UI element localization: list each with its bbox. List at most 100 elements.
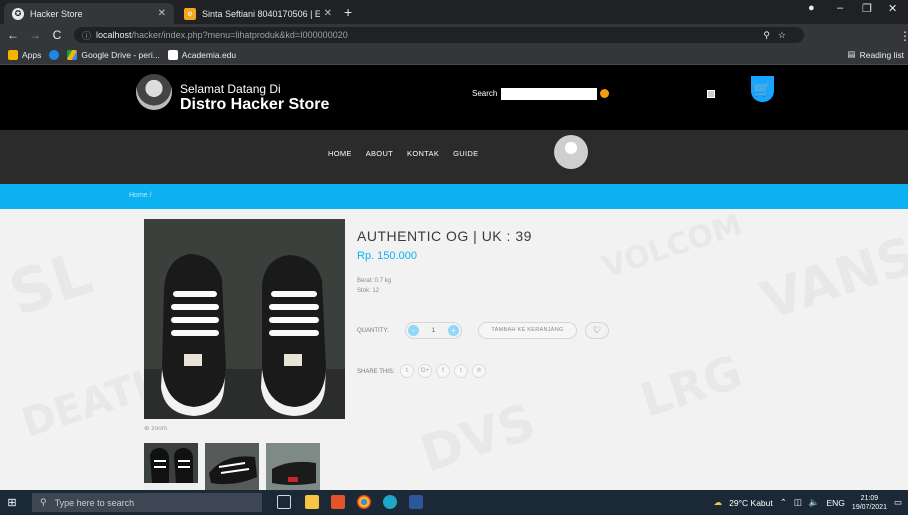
web-page: Selamat Datang Di Distro Hacker Store Se… <box>0 65 908 490</box>
google-drive-icon <box>67 50 78 60</box>
quantity-label: QUANTITY: <box>357 328 389 334</box>
zoom-label: zoom <box>151 425 168 432</box>
apps-grid-icon <box>8 50 18 60</box>
background-graffiti: VOLCOM <box>598 209 747 286</box>
back-icon[interactable]: ← <box>4 28 22 42</box>
system-tray: ☁ 29°C Kabut ⌃ ◫ 🔈 ENG 21:09 19/07/2021 … <box>714 490 908 515</box>
brand-title[interactable]: Distro Hacker Store <box>180 96 329 114</box>
task-view-icon[interactable] <box>277 495 291 509</box>
nav-home[interactable]: HOME <box>328 149 352 158</box>
tab-edmodo[interactable]: e Sinta Seftiani 8040170506 | Edm... ✕ <box>176 3 340 24</box>
clock-date: 19/07/2021 <box>851 503 887 511</box>
tab-hacker-store[interactable]: ✪ Hacker Store ✕ <box>4 3 174 24</box>
nav-kontak[interactable]: KONTAK <box>407 149 439 158</box>
nav-about[interactable]: ABOUT <box>366 149 393 158</box>
search-input[interactable] <box>501 88 597 100</box>
restore-icon[interactable]: ❐ <box>862 2 872 15</box>
anonymous-logo-icon[interactable] <box>136 74 172 110</box>
reading-list-button[interactable]: ▤ Reading list <box>848 49 904 60</box>
profile-icon[interactable]: ● <box>808 2 815 14</box>
reading-list-icon: ▤ <box>847 49 856 59</box>
search-button-icon[interactable] <box>600 89 609 98</box>
taskbar-clock[interactable]: 21:09 19/07/2021 <box>852 494 887 512</box>
zoom-search-icon[interactable]: ⚲ <box>763 30 770 41</box>
bookmark-apps[interactable]: Apps <box>8 50 41 60</box>
quantity-value[interactable]: 1 <box>432 328 435 334</box>
browser-tab-strip: ✪ Hacker Store ✕ e Sinta Seftiani 804017… <box>0 0 908 24</box>
close-tab-icon[interactable]: ✕ <box>158 8 166 19</box>
taskbar-search-placeholder: Type here to search <box>54 497 135 508</box>
weather-text[interactable]: 29°C Kabut <box>729 498 773 508</box>
google-plus-icon[interactable]: G+ <box>418 364 432 378</box>
twitter-icon[interactable]: t <box>400 364 414 378</box>
quantity-minus-button[interactable]: - <box>408 325 419 336</box>
menu-icon[interactable]: ⋮ <box>896 29 908 43</box>
facebook-icon[interactable]: f <box>436 364 450 378</box>
zoom-link[interactable]: ⊕ zoom <box>144 424 167 432</box>
heart-icon: ♡ <box>592 325 602 335</box>
small-square-icon[interactable] <box>707 90 715 98</box>
new-tab-icon[interactable]: + <box>344 4 352 20</box>
bookmark-star-icon[interactable]: ☆ <box>778 30 786 41</box>
reload-icon[interactable]: C <box>48 28 66 42</box>
zoom-icon: ⊕ <box>144 425 150 432</box>
info-icon[interactable]: ⓘ <box>82 29 91 42</box>
add-to-cart-button[interactable]: TAMBAH KE KERANJANG <box>478 322 577 339</box>
file-explorer-icon[interactable] <box>305 495 319 509</box>
quantity-stepper[interactable]: - 1 + <box>405 322 462 339</box>
lang-indicator[interactable]: ENG <box>827 498 845 508</box>
url-path: /hacker/index.php?menu=lihatproduk&kd=I0… <box>131 30 348 40</box>
edge-icon[interactable] <box>383 495 397 509</box>
pinterest-icon[interactable]: ℗ <box>472 364 486 378</box>
product-stock: Stok: 12 <box>357 288 380 294</box>
bookmarks-bar: Apps Google Drive - peri... Academia.edu… <box>0 46 908 65</box>
product-price: Rp. 150.000 <box>357 250 417 262</box>
tab-title: Hacker Store <box>30 8 83 19</box>
wishlist-button[interactable]: ♡ <box>585 322 609 339</box>
clock-time: 21:09 <box>860 494 879 502</box>
tray-chevron-icon[interactable]: ⌃ <box>780 497 787 508</box>
site-favicon-icon: ✪ <box>12 7 24 20</box>
taskbar-search[interactable]: ⚲ Type here to search <box>32 493 262 512</box>
cart-icon[interactable]: 🛒 <box>751 76 774 102</box>
tumblr-icon[interactable]: t <box>454 364 468 378</box>
reading-list-label: Reading list <box>859 49 904 60</box>
product-thumbnail[interactable] <box>205 443 259 490</box>
product-main-image[interactable] <box>144 219 345 419</box>
user-avatar[interactable] <box>554 135 588 169</box>
chrome-icon[interactable] <box>357 495 371 509</box>
breadcrumb-home[interactable]: Home <box>129 192 148 199</box>
weather-icon[interactable]: ☁ <box>714 497 723 508</box>
notification-icon[interactable]: ▭ <box>894 497 902 508</box>
product-content: SL DEATH DVS LRG VANS VOLCOM ⊕ zoom AUTH… <box>0 209 908 490</box>
close-tab-icon[interactable]: ✕ <box>324 8 332 19</box>
minimize-icon[interactable]: – <box>837 2 843 14</box>
thumbnail-photo <box>266 443 320 490</box>
office-app-icon[interactable] <box>331 495 345 509</box>
site-header: Selamat Datang Di Distro Hacker Store Se… <box>0 65 908 130</box>
thumbnail-photo <box>205 443 259 490</box>
bookmark-academia[interactable]: Academia.edu <box>167 50 236 60</box>
background-graffiti: DVS <box>413 392 543 484</box>
search-label: Search <box>472 89 498 98</box>
windows-start-icon[interactable]: ⊞ <box>0 496 24 509</box>
background-graffiti: VANS <box>754 226 908 332</box>
edmodo-icon <box>49 50 60 60</box>
bookmark-edmodo[interactable] <box>49 50 60 60</box>
share-label: SHARE THIS: <box>357 369 395 375</box>
close-window-icon[interactable]: ✕ <box>888 2 897 15</box>
volume-icon[interactable]: 🔈 <box>809 497 820 508</box>
bookmark-google-drive[interactable]: Google Drive - peri... <box>67 50 160 60</box>
product-weight: Berat: 0.7 kg <box>357 278 392 284</box>
forward-icon[interactable]: → <box>26 28 44 42</box>
search-icon: ⚲ <box>40 497 47 507</box>
product-thumbnail[interactable] <box>144 443 198 490</box>
sneaker-photo <box>144 219 345 419</box>
network-icon[interactable]: ◫ <box>794 497 802 508</box>
word-icon[interactable] <box>409 495 423 509</box>
product-thumbnail[interactable] <box>266 443 320 490</box>
quantity-plus-button[interactable]: + <box>448 325 459 336</box>
edmodo-favicon-icon: e <box>184 7 196 20</box>
nav-guide[interactable]: GUIDE <box>453 149 478 158</box>
address-bar[interactable]: ⓘ localhost /hacker/index.php?menu=lihat… <box>74 27 804 43</box>
